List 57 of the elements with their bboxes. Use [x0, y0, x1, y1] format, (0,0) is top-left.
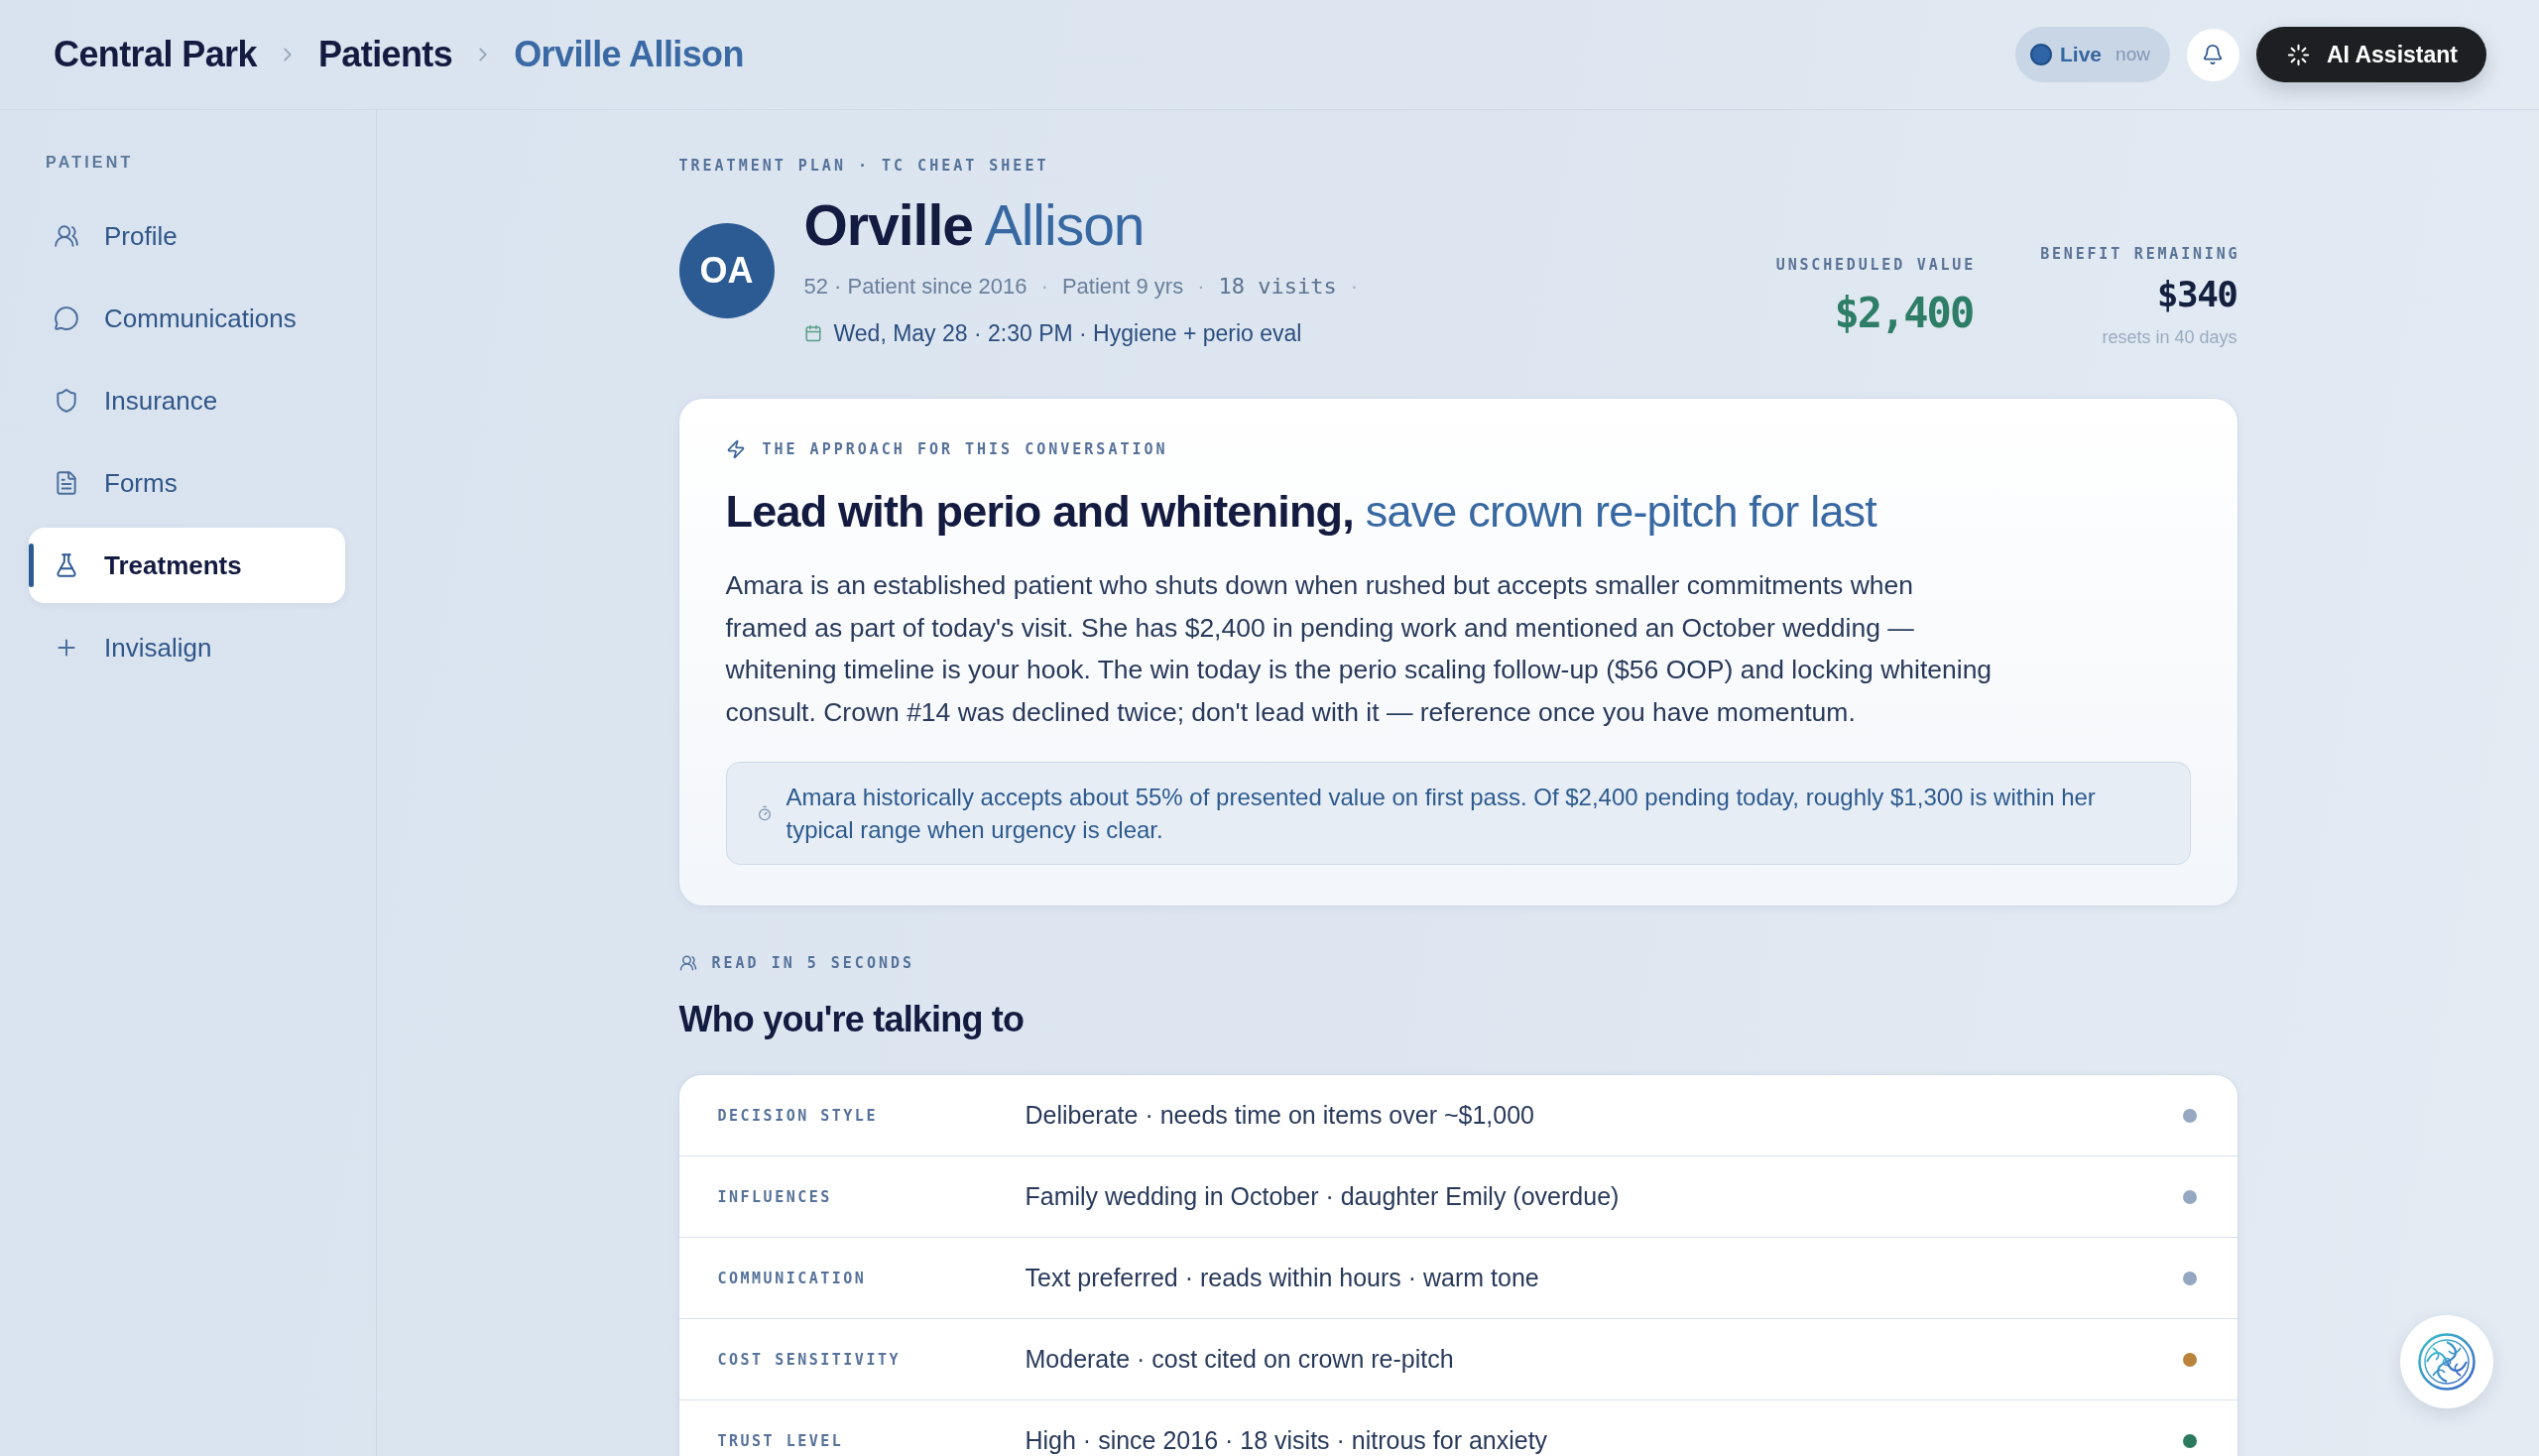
meta-separator: · — [1040, 273, 1048, 301]
live-label: Live — [2060, 43, 2103, 66]
breadcrumb-link[interactable]: Patients — [317, 34, 453, 75]
sidebar-item[interactable]: Insurance — [29, 363, 345, 438]
sidebar-item[interactable]: Forms — [29, 445, 345, 521]
row-value: High · since 2016 · 18 visits · nitrous for anxiety — [1025, 1426, 1549, 1455]
breadcrumb-link[interactable]: Central Park — [54, 34, 257, 75]
visit-count: 18 visits — [1218, 273, 1337, 301]
users-icon — [54, 223, 79, 249]
stat-value: $340 — [2156, 274, 2237, 315]
patient-meta: Patient 9 yrs — [1061, 273, 1184, 301]
appointment-text: Wed, May 28 · 2:30 PM · Hygiene + perio eval — [833, 319, 1302, 348]
row-value: Moderate · cost cited on crown re-pitch — [1025, 1345, 1455, 1374]
stat-label: BENEFIT REMAINING — [2040, 245, 2240, 263]
stat-label: UNSCHEDULED VALUE — [1775, 256, 1976, 274]
timer-icon — [756, 805, 773, 821]
sidebar-item[interactable]: Treatments — [29, 528, 345, 603]
document-icon — [54, 470, 79, 496]
row-value: Family wedding in October · daughter Emily (overdue) — [1025, 1182, 1621, 1211]
row-label: COST SENSITIVITY — [717, 1350, 902, 1369]
shield-icon — [54, 388, 79, 414]
status-dot-icon — [2030, 44, 2053, 65]
knot-logo-icon — [2418, 1333, 2476, 1391]
live-time: now — [2116, 44, 2150, 65]
row-label: DECISION STYLE — [717, 1106, 879, 1125]
row-label: INFLUENCES — [717, 1187, 833, 1206]
meta-separator: · — [1197, 273, 1205, 301]
sidebar-item[interactable]: Communications — [29, 281, 345, 356]
patient-name: Orville Allison — [803, 193, 1145, 257]
users-icon — [678, 954, 697, 972]
page-eyebrow: TREATMENT PLAN · TC CHEAT SHEET — [678, 157, 1049, 175]
loader-icon — [2286, 43, 2310, 66]
bell-icon — [2202, 44, 2225, 65]
meta-separator: · — [1350, 273, 1359, 301]
stat-value: $2,400 — [1834, 290, 1974, 337]
card-eyebrow: THE APPROACH FOR THIS CONVERSATION — [762, 440, 1168, 458]
row-label: TRUST LEVEL — [717, 1431, 845, 1450]
sidebar-heading: PATIENT — [46, 154, 134, 172]
lightning-icon — [725, 439, 746, 459]
row-value: Deliberate · needs time on items over ~$1,000 — [1025, 1101, 1535, 1130]
sidebar-item[interactable]: Invisalign — [29, 610, 345, 685]
approach-text: Amara is an established patient who shuts down when rushed but accepts smaller commitments when framed as part of today's visit. She has $2,400 in pending work and mentioned an October wedding — whitening timeline is your hook. The win today is the perio scaling follow-up ($56 OOP) and locking whitening consult. Crown #14 was declined twice; don't lead with it — reference once you have momentum. — [725, 569, 1994, 729]
approach-title: Lead with perio and whitening, save crown re-pitch for last — [725, 485, 1876, 539]
ai-assistant-button[interactable]: AI Assistant — [2255, 27, 2486, 82]
sidebar-item[interactable]: Profile — [29, 198, 345, 274]
stat-note: resets in 40 days — [2102, 326, 2237, 348]
row-label: COMMUNICATION — [717, 1269, 868, 1287]
speech-bubble-icon — [54, 305, 79, 331]
section-eyebrow: READ IN 5 SECONDS — [711, 954, 915, 972]
breadcrumb-link[interactable]: Orville Allison — [514, 34, 744, 75]
row-value: Text preferred · reads within hours · warm tone — [1025, 1264, 1540, 1292]
patient-meta: 52 · Patient since 2016 — [803, 273, 1028, 301]
flask-icon — [54, 552, 79, 578]
calendar-icon — [803, 324, 822, 342]
insight-text: Amara historically accepts about 55% of presented value on first pass. Of $2,400 pending today, roughly $1,300 is within her typical range when urgency is clear. — [786, 783, 2097, 845]
patient-avatar: OA — [678, 223, 775, 318]
section-title: Who you're talking to — [678, 998, 1025, 1041]
